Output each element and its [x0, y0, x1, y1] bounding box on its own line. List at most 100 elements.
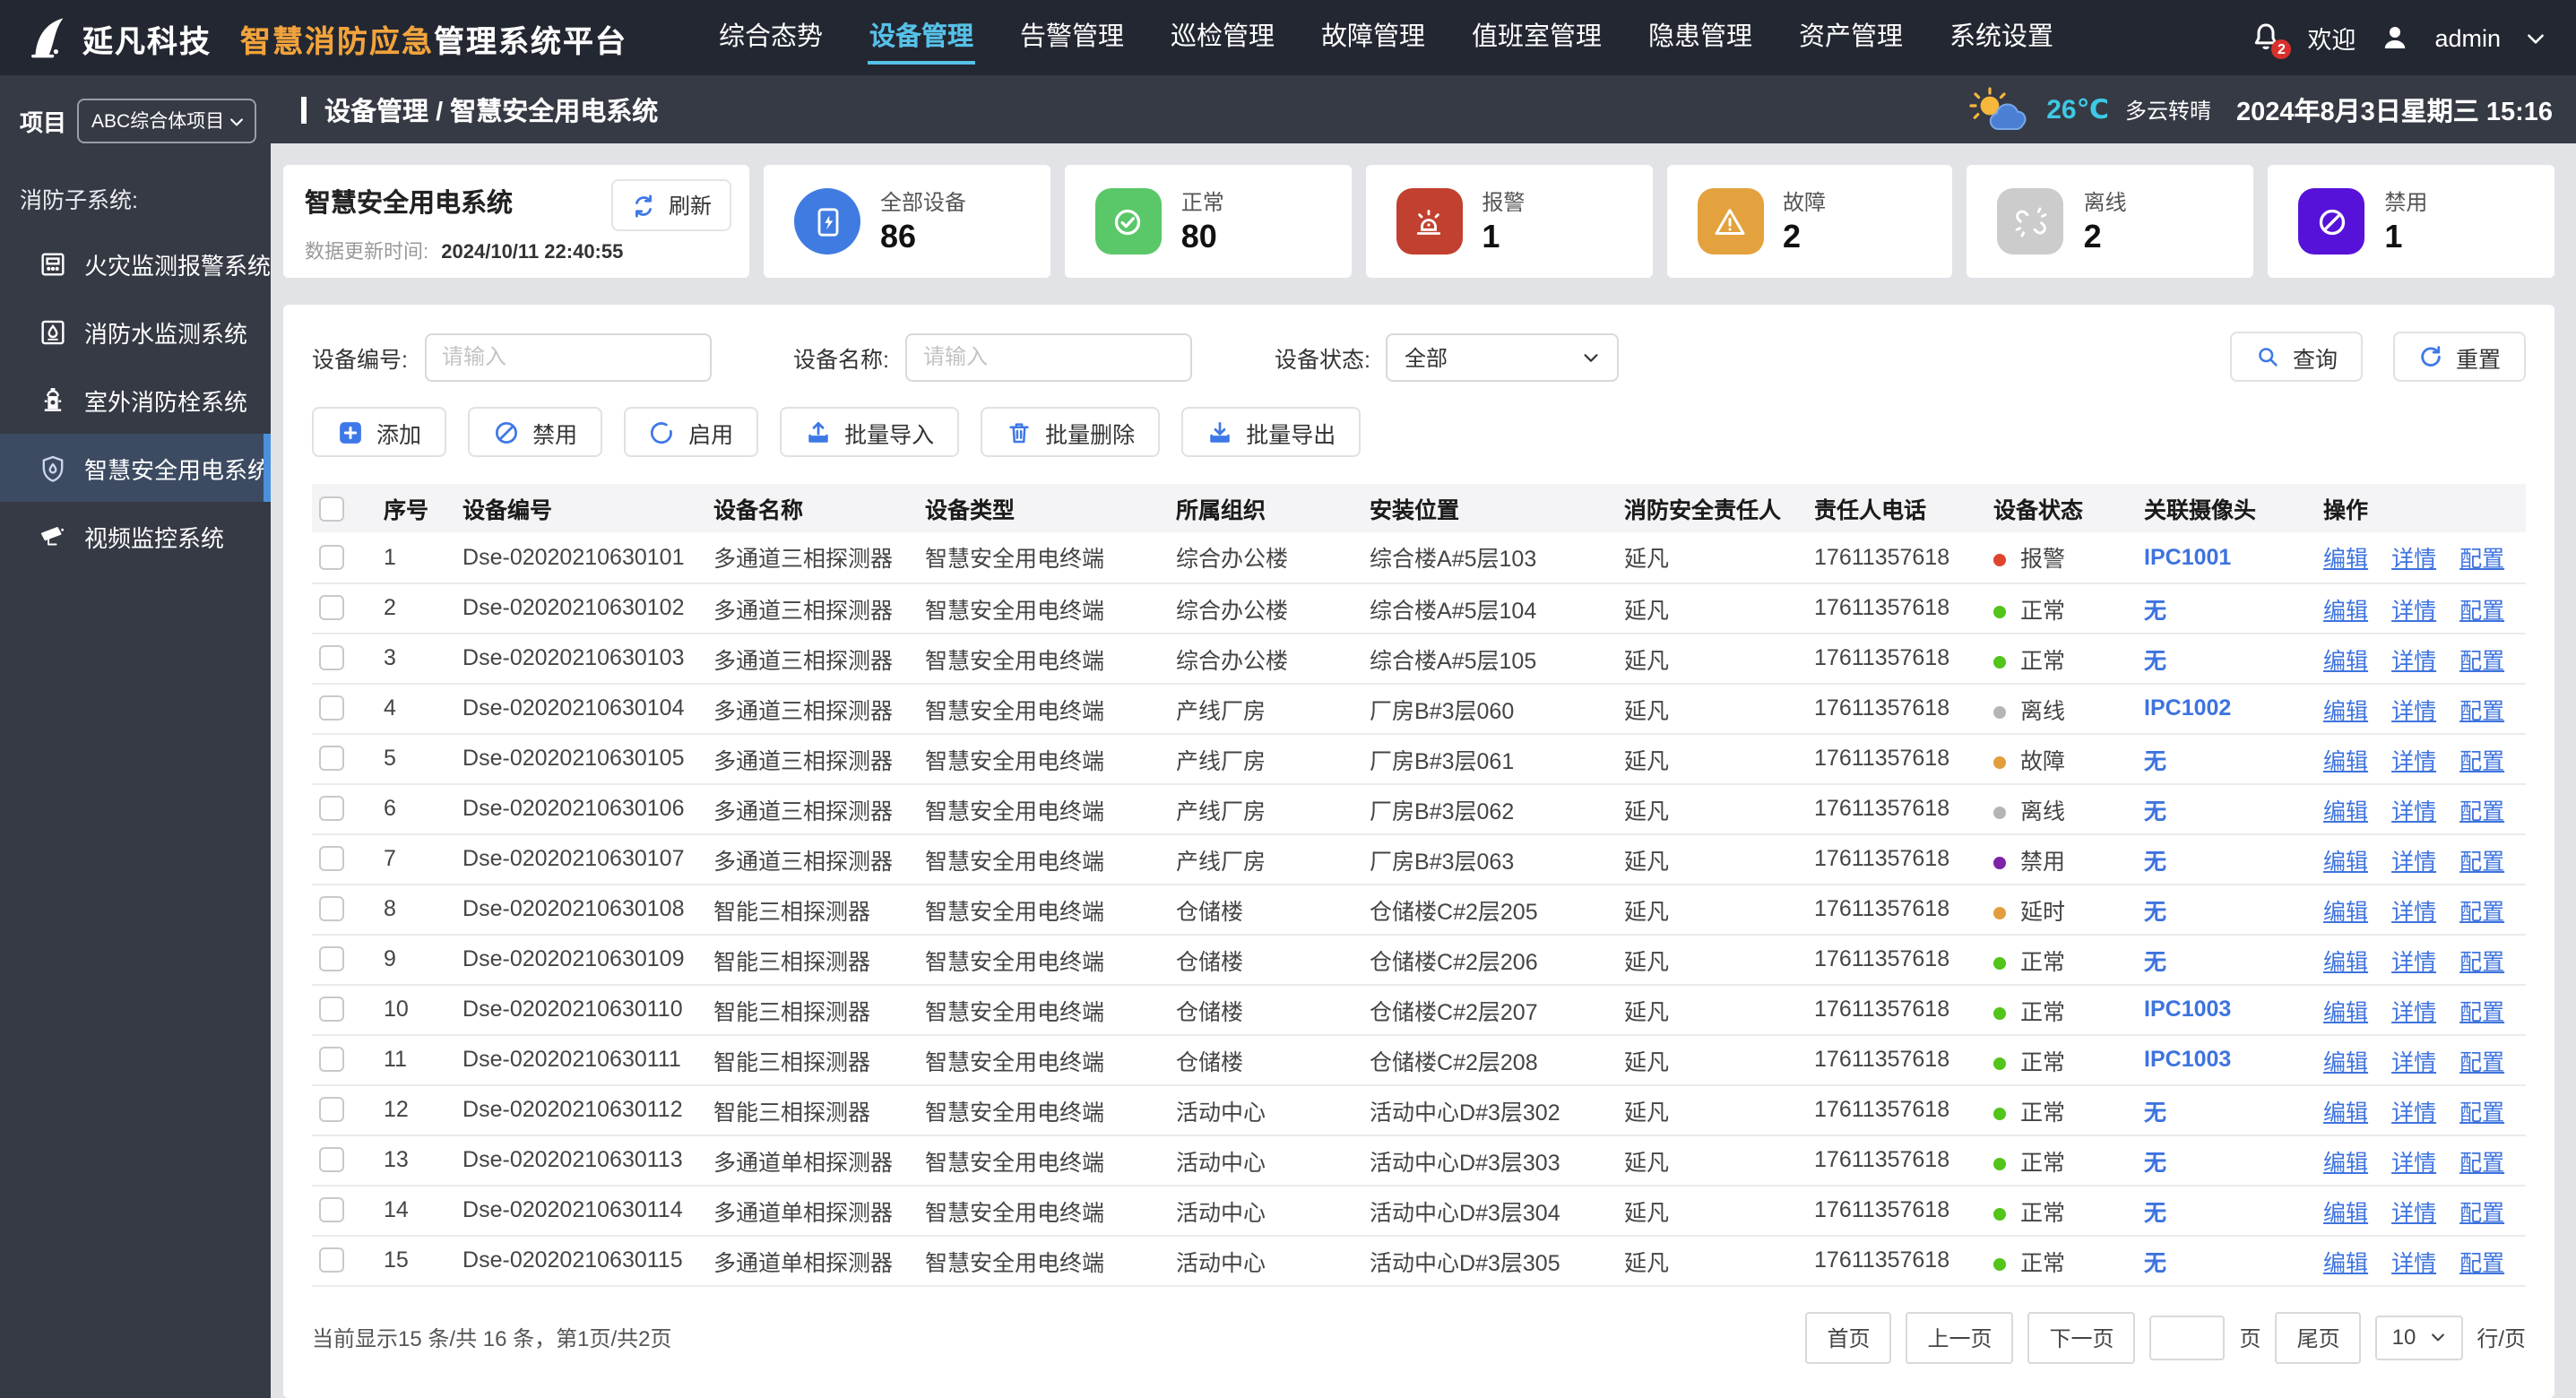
- next-page-button[interactable]: 下一页: [2027, 1311, 2136, 1363]
- row-checkbox[interactable]: [319, 846, 345, 872]
- topnav-item[interactable]: 综合态势: [696, 0, 846, 75]
- disable-button[interactable]: 禁用: [468, 407, 603, 457]
- camera-link[interactable]: 无: [2144, 1200, 2166, 1225]
- config-link[interactable]: 配置: [2459, 1100, 2504, 1125]
- edit-link[interactable]: 编辑: [2323, 1200, 2368, 1225]
- config-link[interactable]: 配置: [2459, 798, 2504, 824]
- edit-link[interactable]: 编辑: [2323, 949, 2368, 974]
- edit-link[interactable]: 编辑: [2323, 548, 2368, 573]
- topnav-item[interactable]: 资产管理: [1776, 0, 1926, 75]
- detail-link[interactable]: 详情: [2391, 949, 2436, 974]
- edit-link[interactable]: 编辑: [2323, 849, 2368, 874]
- config-link[interactable]: 配置: [2459, 899, 2504, 924]
- camera-link[interactable]: 无: [2144, 648, 2166, 673]
- config-link[interactable]: 配置: [2459, 849, 2504, 874]
- camera-link[interactable]: 无: [2144, 899, 2166, 924]
- enable-button[interactable]: 启用: [624, 407, 759, 457]
- user-avatar-icon[interactable]: [2379, 22, 2411, 54]
- detail-link[interactable]: 详情: [2391, 798, 2436, 824]
- camera-link[interactable]: 无: [2144, 849, 2166, 874]
- row-checkbox[interactable]: [319, 1097, 345, 1123]
- row-checkbox[interactable]: [319, 1047, 345, 1073]
- device-name-input[interactable]: [904, 332, 1192, 381]
- detail-link[interactable]: 详情: [2391, 648, 2436, 673]
- detail-link[interactable]: 详情: [2391, 1150, 2436, 1175]
- camera-link[interactable]: 无: [2144, 1150, 2166, 1175]
- first-page-button[interactable]: 首页: [1805, 1311, 1892, 1363]
- config-link[interactable]: 配置: [2459, 1049, 2504, 1074]
- edit-link[interactable]: 编辑: [2323, 1250, 2368, 1275]
- camera-link[interactable]: 无: [2144, 748, 2166, 773]
- camera-link[interactable]: 无: [2144, 798, 2166, 824]
- row-checkbox[interactable]: [319, 796, 345, 822]
- edit-link[interactable]: 编辑: [2323, 748, 2368, 773]
- config-link[interactable]: 配置: [2459, 698, 2504, 723]
- row-checkbox[interactable]: [319, 1147, 345, 1173]
- detail-link[interactable]: 详情: [2391, 849, 2436, 874]
- topnav-item[interactable]: 故障管理: [1298, 0, 1448, 75]
- config-link[interactable]: 配置: [2459, 598, 2504, 623]
- edit-link[interactable]: 编辑: [2323, 899, 2368, 924]
- select-all-checkbox[interactable]: [319, 496, 345, 522]
- user-menu-chevron-icon[interactable]: [2524, 26, 2547, 49]
- detail-link[interactable]: 详情: [2391, 899, 2436, 924]
- config-link[interactable]: 配置: [2459, 999, 2504, 1024]
- edit-link[interactable]: 编辑: [2323, 598, 2368, 623]
- row-checkbox[interactable]: [319, 545, 345, 571]
- topnav-item[interactable]: 隐患管理: [1625, 0, 1776, 75]
- edit-link[interactable]: 编辑: [2323, 698, 2368, 723]
- row-checkbox[interactable]: [319, 946, 345, 972]
- sidebar-item-fire-water[interactable]: 消防水监测系统: [0, 298, 271, 366]
- detail-link[interactable]: 详情: [2391, 1100, 2436, 1125]
- config-link[interactable]: 配置: [2459, 1200, 2504, 1225]
- notification-bell-icon[interactable]: 2: [2248, 20, 2292, 59]
- batch-import-button[interactable]: 批量导入: [780, 407, 960, 457]
- config-link[interactable]: 配置: [2459, 1250, 2504, 1275]
- username[interactable]: admin: [2434, 24, 2501, 51]
- detail-link[interactable]: 详情: [2391, 698, 2436, 723]
- camera-link[interactable]: 无: [2144, 598, 2166, 623]
- config-link[interactable]: 配置: [2459, 949, 2504, 974]
- reset-button[interactable]: 重置: [2392, 332, 2526, 382]
- edit-link[interactable]: 编辑: [2323, 648, 2368, 673]
- topnav-item[interactable]: 巡检管理: [1147, 0, 1298, 75]
- camera-link[interactable]: IPC1003: [2144, 1047, 2231, 1072]
- detail-link[interactable]: 详情: [2391, 999, 2436, 1024]
- detail-link[interactable]: 详情: [2391, 1200, 2436, 1225]
- row-checkbox[interactable]: [319, 645, 345, 671]
- config-link[interactable]: 配置: [2459, 648, 2504, 673]
- camera-link[interactable]: 无: [2144, 1250, 2166, 1275]
- edit-link[interactable]: 编辑: [2323, 1049, 2368, 1074]
- row-checkbox[interactable]: [319, 1197, 345, 1223]
- camera-link[interactable]: IPC1001: [2144, 545, 2231, 570]
- prev-page-button[interactable]: 上一页: [1906, 1311, 2014, 1363]
- row-checkbox[interactable]: [319, 997, 345, 1023]
- topnav-item[interactable]: 系统设置: [1926, 0, 2077, 75]
- camera-link[interactable]: 无: [2144, 1100, 2166, 1125]
- edit-link[interactable]: 编辑: [2323, 1150, 2368, 1175]
- sidebar-item-electrical-safety[interactable]: 智慧安全用电系统: [0, 434, 272, 502]
- camera-link[interactable]: 无: [2144, 949, 2166, 974]
- topnav-item[interactable]: 设备管理: [846, 0, 997, 75]
- row-checkbox[interactable]: [319, 746, 345, 772]
- add-button[interactable]: 添加: [312, 407, 447, 457]
- batch-export-button[interactable]: 批量导出: [1181, 407, 1361, 457]
- project-select[interactable]: ABC综合体项目: [77, 99, 257, 143]
- refresh-button[interactable]: 刷新: [611, 179, 732, 231]
- topnav-item[interactable]: 值班室管理: [1448, 0, 1625, 75]
- sidebar-item-fire-alarm[interactable]: 火灾监测报警系统: [0, 229, 271, 298]
- edit-link[interactable]: 编辑: [2323, 1100, 2368, 1125]
- sidebar-item-video-monitor[interactable]: 视频监控系统: [0, 502, 271, 570]
- page-size-select[interactable]: 10: [2375, 1315, 2463, 1359]
- row-checkbox[interactable]: [319, 595, 345, 621]
- camera-link[interactable]: IPC1003: [2144, 997, 2231, 1022]
- config-link[interactable]: 配置: [2459, 548, 2504, 573]
- camera-link[interactable]: IPC1002: [2144, 695, 2231, 721]
- row-checkbox[interactable]: [319, 695, 345, 721]
- detail-link[interactable]: 详情: [2391, 598, 2436, 623]
- search-button[interactable]: 查询: [2229, 332, 2363, 382]
- detail-link[interactable]: 详情: [2391, 1049, 2436, 1074]
- device-status-select[interactable]: 全部: [1386, 332, 1620, 381]
- batch-delete-button[interactable]: 批量删除: [981, 407, 1161, 457]
- config-link[interactable]: 配置: [2459, 1150, 2504, 1175]
